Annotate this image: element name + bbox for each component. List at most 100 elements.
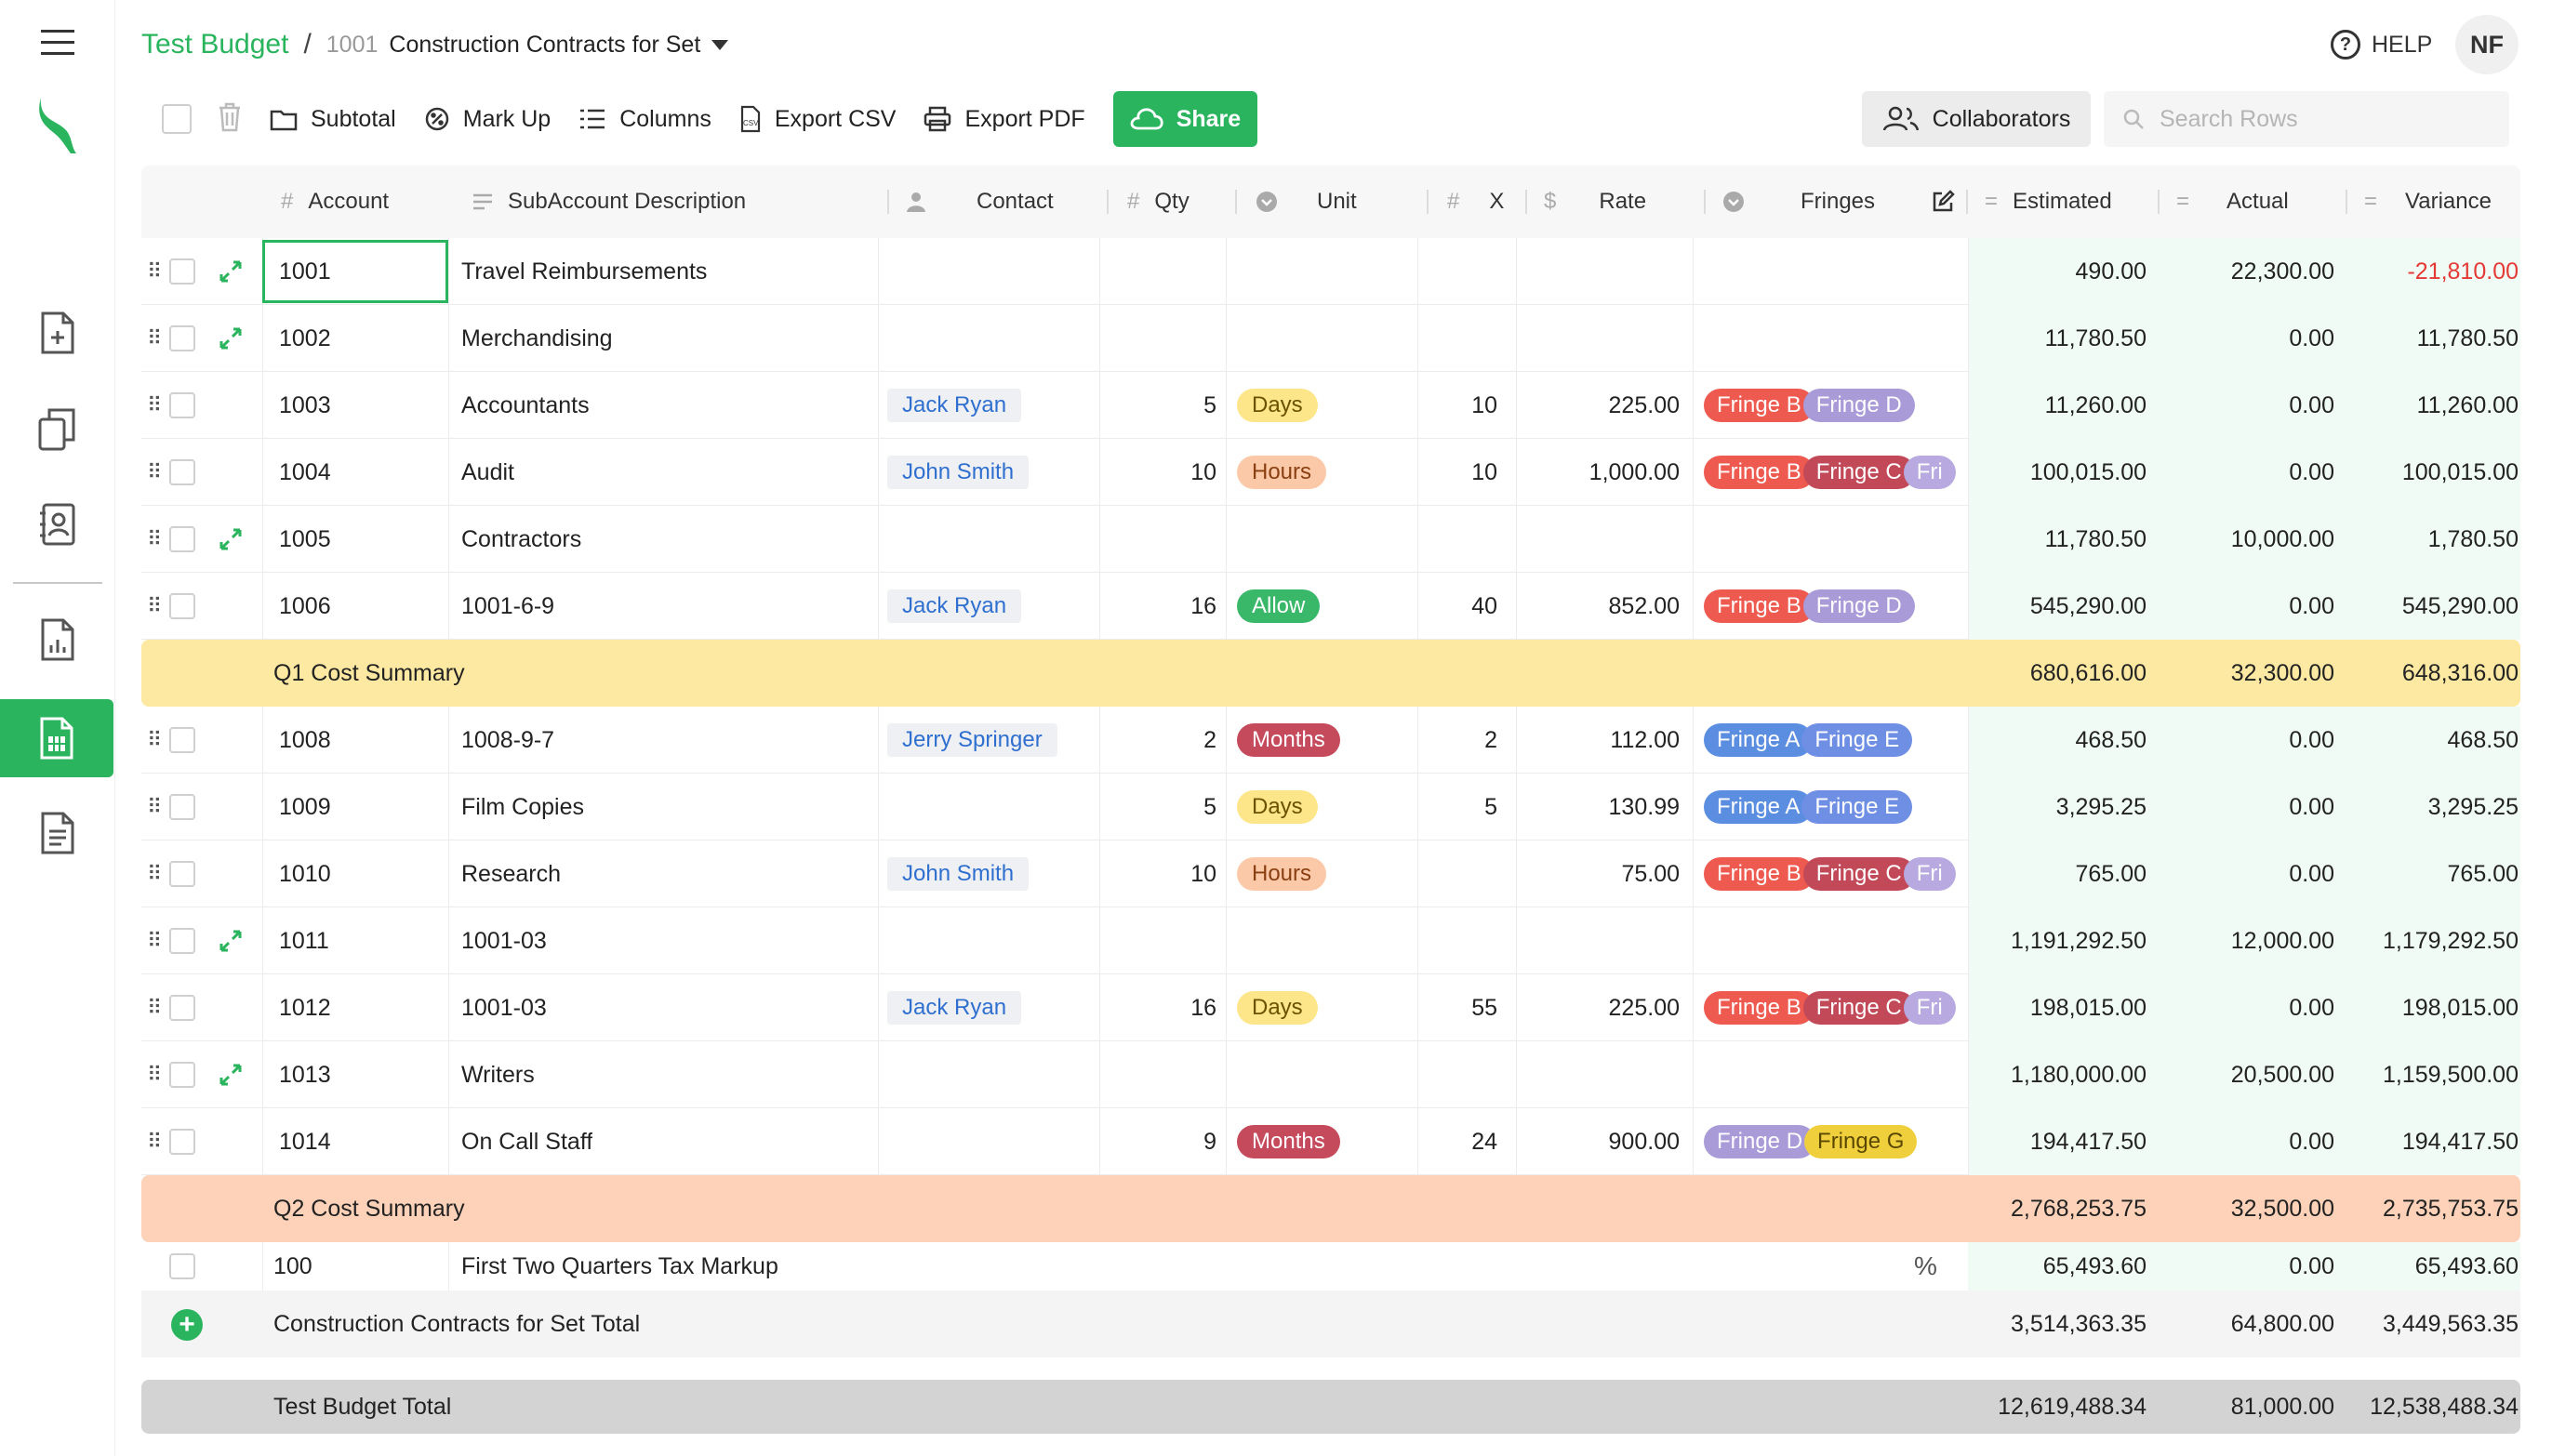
column-header-actual[interactable]: = Actual: [2176, 165, 2289, 238]
breadcrumb-account-name[interactable]: Construction Contracts for Set: [389, 32, 700, 59]
unit-cell[interactable]: Hours: [1237, 841, 1327, 907]
chevron-down-icon[interactable]: [711, 39, 729, 50]
x-cell[interactable]: 40: [1421, 573, 1497, 640]
rate-cell[interactable]: 900.00: [1520, 1108, 1680, 1175]
description-cell[interactable]: 1001-03: [461, 907, 547, 974]
fringe-tag[interactable]: Fringe B: [1704, 857, 1814, 891]
unit-pill[interactable]: Hours: [1237, 857, 1327, 891]
account-cell[interactable]: 1005: [279, 506, 331, 573]
expand-icon[interactable]: [218, 928, 244, 954]
unit-cell[interactable]: Hours: [1237, 439, 1327, 506]
row-checkbox[interactable]: [169, 794, 195, 820]
expand-icon[interactable]: [218, 258, 244, 285]
table-row[interactable]: ⠿ 1001 Travel Reimbursements 490.00 22,300.0…: [141, 238, 2520, 305]
edit-fringes-icon[interactable]: [1931, 165, 1955, 238]
rate-cell[interactable]: [1520, 305, 1680, 372]
fringe-tag[interactable]: Fringe B: [1704, 456, 1814, 489]
account-cell[interactable]: 1014: [279, 1108, 331, 1175]
expand-icon[interactable]: [218, 526, 244, 552]
markup-row[interactable]: 100 First Two Quarters Tax Markup % 65,4…: [141, 1242, 2520, 1291]
trash-icon[interactable]: [218, 102, 242, 137]
description-cell[interactable]: 1001-03: [461, 974, 547, 1041]
contacts-icon[interactable]: [0, 485, 115, 563]
group-row-q2[interactable]: Q2 Cost Summary 2,768,253.75 32,500.00 2…: [141, 1175, 2520, 1242]
qty-cell[interactable]: [1105, 506, 1216, 573]
drag-handle-icon[interactable]: ⠿: [141, 974, 166, 1041]
fringe-tag[interactable]: Fringe B: [1704, 389, 1814, 422]
add-row-icon[interactable]: +: [171, 1309, 203, 1341]
export-pdf-button[interactable]: Export PDF: [924, 91, 1085, 147]
drag-handle-icon[interactable]: ⠿: [141, 1041, 166, 1108]
x-cell[interactable]: [1421, 907, 1497, 974]
contact-tag[interactable]: John Smith: [887, 857, 1030, 891]
fringes-cell[interactable]: Fringe B Fringe D: [1704, 372, 1966, 439]
contact-tag[interactable]: Jerry Springer: [887, 723, 1057, 757]
drag-handle-icon[interactable]: ⠿: [141, 506, 166, 573]
qty-cell[interactable]: [1105, 305, 1216, 372]
fringes-cell[interactable]: Fringe B Fringe C Fri: [1704, 841, 1966, 907]
drag-handle-icon[interactable]: ⠿: [141, 372, 166, 439]
drag-handle-icon[interactable]: ⠿: [141, 238, 166, 305]
unit-cell[interactable]: Months: [1237, 1108, 1340, 1175]
rate-cell[interactable]: 852.00: [1520, 573, 1680, 640]
rate-cell[interactable]: 225.00: [1520, 372, 1680, 439]
fringes-cell[interactable]: Fringe B Fringe C Fri: [1704, 439, 1966, 506]
x-cell[interactable]: [1421, 506, 1497, 573]
table-row[interactable]: ⠿ 1011 1001-03 1,191,292.50 12,000.00 1,179,2…: [141, 907, 2520, 974]
unit-cell[interactable]: Months: [1237, 707, 1340, 774]
contact-tag[interactable]: John Smith: [887, 456, 1030, 489]
description-cell[interactable]: Writers: [461, 1041, 535, 1108]
contact-cell[interactable]: John Smith: [887, 841, 1030, 907]
markup-description[interactable]: First Two Quarters Tax Markup: [461, 1242, 778, 1291]
contact-tag[interactable]: Jack Ryan: [887, 389, 1022, 422]
unit-pill[interactable]: Hours: [1237, 456, 1327, 489]
qty-cell[interactable]: [1105, 238, 1216, 305]
contact-cell[interactable]: Jack Ryan: [887, 573, 1022, 640]
qty-cell[interactable]: 16: [1105, 974, 1216, 1041]
new-document-icon[interactable]: [0, 294, 115, 372]
column-header-x[interactable]: # X: [1447, 165, 1504, 238]
qty-cell[interactable]: 10: [1105, 841, 1216, 907]
row-checkbox[interactable]: [169, 392, 195, 418]
description-cell[interactable]: 1008-9-7: [461, 707, 554, 774]
qty-cell[interactable]: 5: [1105, 372, 1216, 439]
description-cell[interactable]: Research: [461, 841, 561, 907]
unit-pill[interactable]: Days: [1237, 790, 1318, 824]
budget-sheet-icon[interactable]: [0, 699, 113, 777]
row-checkbox[interactable]: [169, 258, 195, 285]
drag-handle-icon[interactable]: ⠿: [141, 439, 166, 506]
row-checkbox[interactable]: [169, 1129, 195, 1155]
account-cell[interactable]: 1013: [279, 1041, 331, 1108]
column-header-rate[interactable]: $ Rate: [1544, 165, 1646, 238]
fringe-tag[interactable]: Fringe C: [1802, 456, 1915, 489]
row-checkbox[interactable]: [169, 1062, 195, 1088]
column-header-contact[interactable]: Contact: [906, 165, 1054, 238]
fringe-tag[interactable]: Fri: [1903, 991, 1956, 1025]
unit-pill[interactable]: Days: [1237, 991, 1318, 1025]
group-row-q1[interactable]: Q1 Cost Summary 680,616.00 32,300.00 648…: [141, 640, 2520, 707]
table-row[interactable]: ⠿ 1010 Research John Smith 10 Hours 75.00 Fring…: [141, 841, 2520, 907]
contact-tag[interactable]: Jack Ryan: [887, 991, 1022, 1025]
description-cell[interactable]: Travel Reimbursements: [461, 238, 707, 305]
column-header-fringes[interactable]: Fringes: [1722, 165, 1875, 238]
description-cell[interactable]: On Call Staff: [461, 1108, 592, 1175]
column-header-account[interactable]: # Account: [281, 165, 389, 238]
help-button[interactable]: ? HELP: [2331, 26, 2432, 63]
markup-account[interactable]: 100: [273, 1242, 312, 1291]
select-all-checkbox[interactable]: [162, 104, 192, 134]
qty-cell[interactable]: 2: [1105, 707, 1216, 774]
unit-cell[interactable]: Days: [1237, 774, 1318, 841]
drag-handle-icon[interactable]: ⠿: [141, 1108, 166, 1175]
column-header-qty[interactable]: # Qty: [1127, 165, 1190, 238]
qty-cell[interactable]: 9: [1105, 1108, 1216, 1175]
column-header-description[interactable]: SubAccount Description: [472, 165, 746, 238]
rate-cell[interactable]: 75.00: [1520, 841, 1680, 907]
fringes-cell[interactable]: Fringe A Fringe E: [1704, 707, 1966, 774]
fringe-tag[interactable]: Fringe E: [1801, 723, 1913, 757]
row-checkbox[interactable]: [169, 861, 195, 887]
row-checkbox[interactable]: [169, 459, 195, 485]
rate-cell[interactable]: [1520, 238, 1680, 305]
fringe-tag[interactable]: Fringe E: [1801, 790, 1913, 824]
qty-cell[interactable]: [1105, 907, 1216, 974]
account-cell[interactable]: 1010: [279, 841, 331, 907]
